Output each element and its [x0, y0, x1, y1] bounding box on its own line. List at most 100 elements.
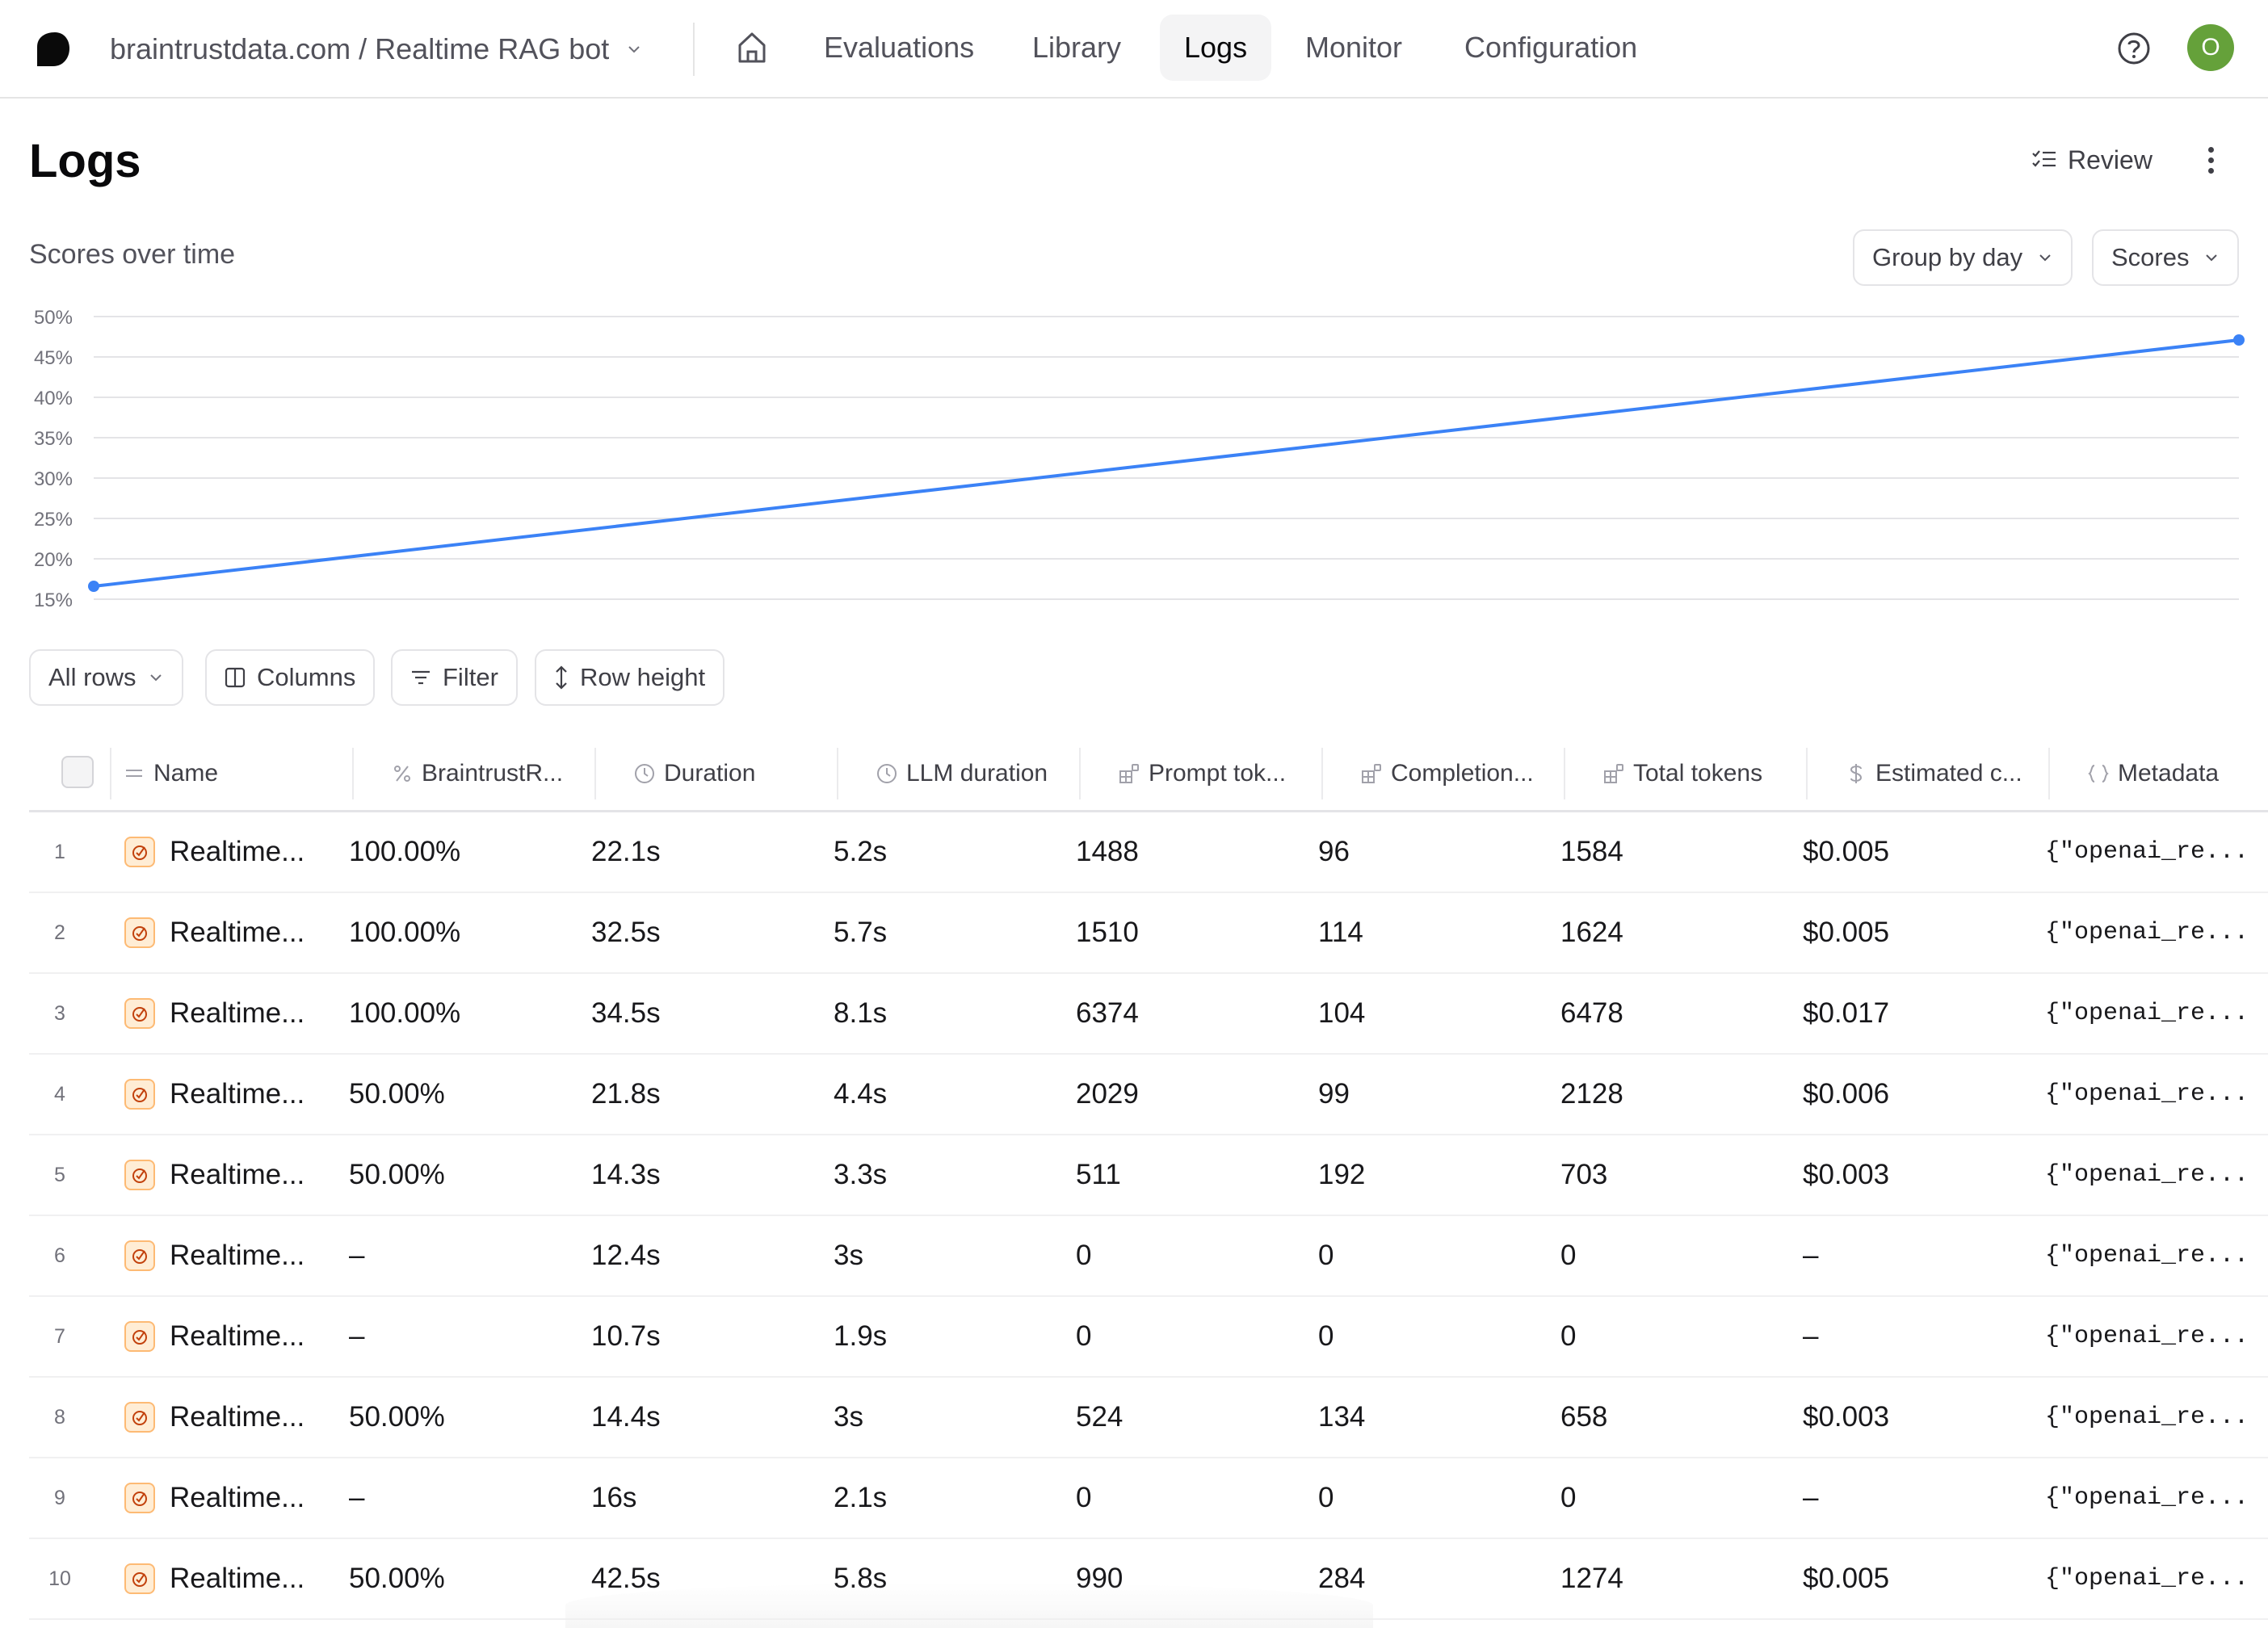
column-header-estimated-cost[interactable]: Estimated c... [1845, 735, 2022, 812]
cell-text: 3.3s [834, 1159, 888, 1190]
column-resize-handle[interactable] [594, 748, 596, 799]
cell-text: 96 [1318, 836, 1350, 867]
cell-prompt-tokens: 2029 [1076, 1055, 1139, 1134]
cell-text: 1488 [1076, 836, 1139, 867]
cell-braintrust-score: – [349, 1216, 364, 1295]
chevron-down-icon [2206, 254, 2218, 262]
home-icon[interactable] [733, 29, 771, 66]
scores-dropdown[interactable]: Scores [2092, 229, 2240, 286]
column-header-llm-duration[interactable]: LLM duration [876, 735, 1048, 812]
cell-prompt-tokens: 1488 [1076, 812, 1139, 892]
cell-total-tokens: 6478 [1560, 974, 1623, 1053]
column-header-completion-tokens[interactable]: Completion... [1360, 735, 1534, 812]
columns-label: Columns [257, 663, 356, 691]
table-row[interactable]: 9 Realtime... – 16s 2.1s 0 0 0 – {"openai_re... [29, 1458, 2268, 1539]
project-breadcrumb[interactable]: braintrustdata.com / Realtime RAG bot [110, 27, 643, 71]
column-resize-handle[interactable] [352, 748, 354, 799]
column-header-label: LLM duration [906, 760, 1048, 787]
tab-configuration[interactable]: Configuration [1440, 15, 1661, 81]
cell-estimated-cost: $0.003 [1803, 1378, 1889, 1457]
cell-llm-duration: 1.9s [834, 1297, 887, 1376]
group-by-dropdown[interactable]: Group by day [1853, 229, 2073, 286]
table-row[interactable]: 1 Realtime... 100.00% 22.1s 5.2s 1488 96 1584 $0… [29, 812, 2268, 893]
cell-metadata: {"openai_re... [2045, 1055, 2249, 1134]
column-resize-handle[interactable] [1321, 748, 1323, 799]
cell-estimated-cost: $0.006 [1803, 1055, 1889, 1134]
cell-text: $0.003 [1803, 1401, 1890, 1433]
column-resize-handle[interactable] [1806, 748, 1808, 799]
tab-monitor[interactable]: Monitor [1281, 15, 1426, 81]
data-point[interactable] [88, 581, 99, 592]
user-avatar[interactable]: O [2187, 24, 2234, 71]
cell-text: 0 [1318, 1240, 1334, 1271]
cell-name[interactable]: Realtime... [124, 812, 304, 892]
cell-name[interactable]: Realtime... [124, 1458, 304, 1538]
task-span-icon [124, 1563, 155, 1594]
column-header-prompt-tokens[interactable]: Prompt tok... [1118, 735, 1286, 812]
y-tick-label: 30% [34, 468, 73, 490]
cell-text: 42.5s [591, 1563, 661, 1594]
table-row[interactable]: 2 Realtime... 100.00% 32.5s 5.7s 1510 114 1624 $… [29, 893, 2268, 974]
column-resize-handle[interactable] [1079, 748, 1081, 799]
column-header-name[interactable]: Name [123, 735, 218, 812]
cell-name[interactable]: Realtime... [124, 1539, 304, 1618]
columns-icon [225, 667, 246, 688]
table-row[interactable]: 3 Realtime... 100.00% 34.5s 8.1s 6374 104 6478 $… [29, 974, 2268, 1055]
table-row[interactable]: 4 Realtime... 50.00% 21.8s 4.4s 2029 99 2128 $0.… [29, 1055, 2268, 1135]
top-navigation: braintrustdata.com / Realtime RAG bot Ev… [0, 0, 2268, 99]
columns-button[interactable]: Columns [205, 649, 376, 706]
cell-text: Realtime... [170, 997, 305, 1029]
cell-braintrust-score: 100.00% [349, 974, 460, 1053]
cell-name[interactable]: Realtime... [124, 974, 304, 1053]
review-button[interactable]: Review [2032, 139, 2152, 181]
help-icon[interactable] [2116, 31, 2152, 66]
select-all-checkbox[interactable] [61, 756, 94, 788]
table-row[interactable]: 6 Realtime... – 12.4s 3s 0 0 0 – {"openai_re... [29, 1216, 2268, 1297]
cell-llm-duration: 5.2s [834, 812, 887, 892]
cell-name[interactable]: Realtime... [124, 893, 304, 972]
tab-logs[interactable]: Logs [1160, 15, 1272, 81]
cell-text: 10.7s [591, 1320, 661, 1352]
cell-completion-tokens: 0 [1318, 1216, 1334, 1295]
percent-icon [391, 764, 414, 783]
data-point[interactable] [2233, 334, 2245, 346]
group-by-label: Group by day [1872, 243, 2023, 271]
cell-text: 50.00% [349, 1078, 445, 1110]
all-rows-dropdown[interactable]: All rows [29, 649, 183, 706]
column-resize-handle[interactable] [2048, 748, 2050, 799]
cell-name[interactable]: Realtime... [124, 1135, 304, 1215]
braintrust-logo-icon[interactable] [34, 31, 71, 68]
column-header-metadata[interactable]: Metadata [2087, 735, 2219, 812]
cell-name[interactable]: Realtime... [124, 1055, 304, 1134]
table-row[interactable]: 7 Realtime... – 10.7s 1.9s 0 0 0 – {"openai_re... [29, 1297, 2268, 1378]
cell-text: 703 [1560, 1159, 1608, 1190]
table-row[interactable]: 5 Realtime... 50.00% 14.3s 3.3s 511 192 703 $0.0… [29, 1135, 2268, 1216]
tab-evaluations[interactable]: Evaluations [800, 15, 998, 81]
cell-duration: 16s [591, 1458, 636, 1538]
cell-name[interactable]: Realtime... [124, 1297, 304, 1376]
table-row[interactable]: 8 Realtime... 50.00% 14.4s 3s 524 134 658 $0.003… [29, 1378, 2268, 1458]
column-resize-handle[interactable] [1564, 748, 1565, 799]
cell-duration: 14.4s [591, 1378, 661, 1457]
cell-name[interactable]: Realtime... [124, 1378, 304, 1457]
row-height-label: Row height [580, 663, 706, 691]
tab-library[interactable]: Library [1008, 15, 1145, 81]
column-header-label: Estimated c... [1875, 760, 2022, 787]
row-height-button[interactable]: Row height [535, 649, 725, 706]
filter-button[interactable]: Filter [391, 649, 518, 706]
column-resize-handle[interactable] [110, 748, 111, 799]
cell-text: 5.2s [834, 836, 888, 867]
more-options-icon[interactable] [2199, 142, 2223, 178]
cell-text: 658 [1560, 1401, 1608, 1433]
column-resize-handle[interactable] [837, 748, 838, 799]
column-header-total-tokens[interactable]: Total tokens [1602, 735, 1762, 812]
column-header-braintrust-score[interactable]: BraintrustR... [391, 735, 563, 812]
cell-name[interactable]: Realtime... [124, 1216, 304, 1295]
cell-text: {"openai_re... [2045, 1565, 2249, 1592]
row-number: 5 [54, 1163, 65, 1186]
column-header-label: BraintrustR... [422, 760, 564, 787]
cell-metadata: {"openai_re... [2045, 974, 2249, 1053]
task-span-icon [124, 1160, 155, 1190]
column-header-duration[interactable]: Duration [633, 735, 755, 812]
cell-text: 6478 [1560, 997, 1623, 1029]
